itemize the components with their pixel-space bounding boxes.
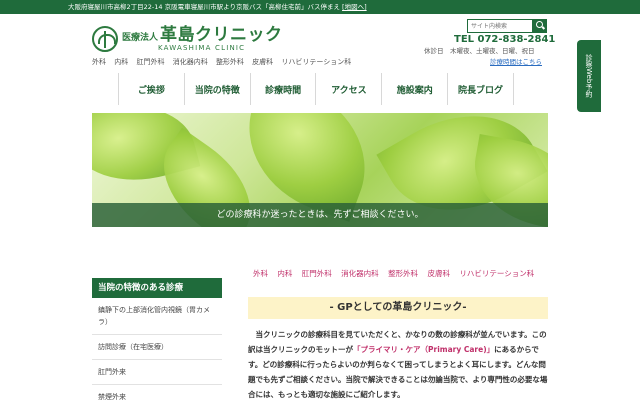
main-nav: ご挨拶 当院の特徴 診療時間 アクセス 施設案内 院長ブログ (118, 73, 514, 105)
nav-access[interactable]: アクセス (316, 73, 383, 105)
primary-care-highlight: 「プライマリ・ケア（Primary Care)」 (353, 345, 495, 354)
dept-link[interactable]: 消化器内科 (341, 269, 379, 278)
dept-link[interactable]: リハビリテーション科 (459, 269, 534, 278)
dept-item: リハビリテーション科 (281, 58, 352, 66)
top-address-bar: 大阪府寝屋川市高柳2丁目22-14 京阪電車寝屋川市駅より京阪バス「高柳住宅前」… (0, 0, 640, 14)
hours-link[interactable]: 診療時間はこちら (490, 56, 542, 66)
map-link[interactable]: [地図へ] (342, 3, 367, 11)
dept-item: 肛門外科 (136, 58, 165, 66)
dept-item: 皮膚科 (252, 58, 274, 66)
hero-banner: どの診療科か迷ったときは、先ずご相談ください。 (92, 113, 548, 227)
dept-link[interactable]: 肛門外科 (302, 269, 332, 278)
sidebar-item-proctology[interactable]: 肛門外来 (92, 360, 222, 385)
address-text: 大阪府寝屋川市高柳2丁目22-14 京阪電車寝屋川市駅より京阪バス「高柳住宅前」… (68, 3, 340, 11)
holiday-info: 休診日 木曜夜、土曜夜、日曜、祝日 (424, 47, 535, 55)
search-input[interactable] (467, 19, 533, 33)
dept-link[interactable]: 整形外科 (388, 269, 418, 278)
sidebar-item-endoscopy[interactable]: 鎮静下の上部消化管内視鏡（胃カメラ） (92, 298, 222, 335)
sidebar-heading: 当院の特徴のある診療 (92, 278, 222, 298)
sidebar: 当院の特徴のある診療 鎮静下の上部消化管内視鏡（胃カメラ） 訪問診療（在宅医療）… (92, 278, 222, 400)
phone-number[interactable]: TEL 072-838-2841 (454, 34, 555, 45)
web-reservation-tab[interactable]: 診察Web予約 (577, 40, 601, 112)
dept-item: 外科 (92, 58, 106, 66)
gp-section-title: - GPとしての革島クリニック- (248, 297, 548, 319)
dept-link[interactable]: 皮膚科 (427, 269, 450, 278)
dept-link[interactable]: 外科 (253, 269, 268, 278)
department-links: 外科 内科 肛門外科 消化器内科 整形外科 皮膚科 リハビリテーション科 (253, 268, 541, 279)
search-button[interactable] (533, 19, 547, 33)
dept-item: 整形外科 (215, 58, 244, 66)
site-search (467, 19, 547, 33)
hero-caption: どの診療科か迷ったときは、先ずご相談ください。 (92, 203, 548, 227)
nav-hours[interactable]: 診療時間 (251, 73, 317, 105)
dept-link[interactable]: 内科 (277, 269, 292, 278)
nav-greeting[interactable]: ご挨拶 (119, 73, 185, 105)
nav-blog[interactable]: 院長ブログ (448, 73, 514, 105)
logo-english-name: KAWASHIMA CLINIC (158, 43, 246, 52)
caduceus-icon (92, 26, 118, 52)
clinic-logo[interactable]: 医療法人 革島クリニック KAWASHIMA CLINIC (92, 22, 283, 56)
dept-item: 消化器内科 (172, 58, 208, 66)
nav-facilities[interactable]: 施設案内 (382, 73, 449, 105)
nav-features[interactable]: 当院の特徴 (185, 73, 251, 105)
intro-paragraph: 当クリニックの診療科目を見ていただくと、かなりの数の診療科が並んでいます。この訳… (248, 327, 548, 400)
sidebar-item-smoking[interactable]: 禁煙外来 (92, 385, 222, 400)
sidebar-item-home-care[interactable]: 訪問診療（在宅医療） (92, 335, 222, 360)
logo-corp-label: 医療法人 (122, 32, 159, 43)
logo-clinic-name: 革島クリニック (160, 24, 283, 45)
department-list-header: 外科 内科 肛門外科 消化器内科 整形外科 皮膚科 リハビリテーション科 (92, 57, 357, 67)
dept-item: 内科 (114, 58, 129, 66)
